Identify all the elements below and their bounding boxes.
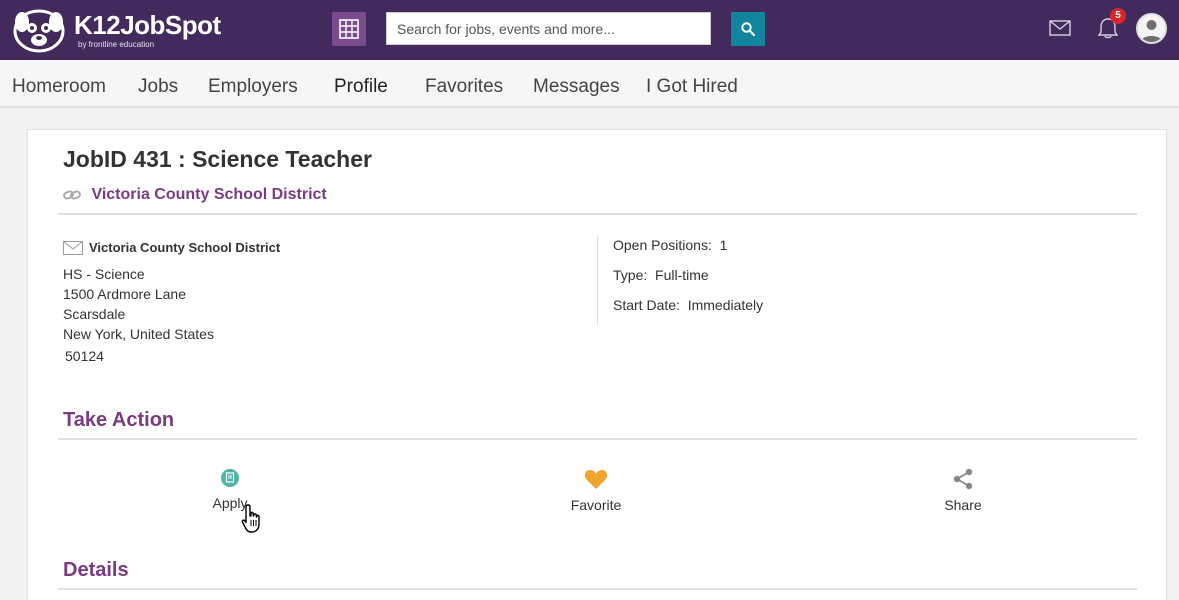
address-block: Victoria County School District HS - Sci… [63, 238, 280, 366]
apply-label: Apply [212, 495, 248, 511]
logo-subtitle: by frontline education [78, 40, 155, 49]
favorite-button[interactable]: Favorite [556, 468, 636, 513]
address-street: 1500 Ardmore Lane [63, 286, 186, 302]
link-icon [63, 190, 81, 200]
logo-text: K12JobSpot [74, 10, 221, 40]
meta-label: Type: [613, 267, 648, 283]
nav-favorites[interactable]: Favorites [425, 76, 503, 98]
search-icon [741, 22, 755, 36]
contact-organization: Victoria County School District [89, 240, 281, 255]
meta-value: Immediately [687, 297, 764, 313]
column-separator [597, 236, 598, 325]
divider [58, 213, 1137, 215]
k12jobspot-logo[interactable]: K12JobSpot by frontline education [12, 8, 221, 54]
take-action-title: Take Action [63, 409, 175, 431]
address-city: Scarsdale [63, 306, 126, 322]
share-button[interactable]: Share [923, 468, 1003, 513]
meta-value: 1 [719, 237, 728, 253]
user-avatar[interactable] [1136, 13, 1167, 44]
mail-icon[interactable] [1049, 20, 1071, 36]
apply-button[interactable]: Apply [190, 468, 270, 511]
search-button[interactable] [731, 12, 765, 46]
nav-employers[interactable]: Employers [208, 76, 298, 98]
nav-jobs[interactable]: Jobs [138, 76, 178, 98]
user-icon [1138, 15, 1165, 42]
district-link-label: Victoria County School District [91, 186, 327, 203]
job-detail-card: JobID 431 : Science Teacher Victoria Cou… [27, 129, 1167, 600]
calendar-grid-button[interactable] [332, 12, 366, 46]
meta-label: Open Positions: [613, 237, 712, 253]
search-input[interactable] [386, 12, 711, 45]
divider [58, 438, 1137, 440]
top-bar: K12JobSpot by frontline education 5 [0, 0, 1179, 60]
favorite-label: Favorite [570, 497, 622, 513]
meta-type: Type: Full-time [613, 267, 709, 283]
envelope-icon [63, 241, 83, 255]
share-icon [953, 468, 973, 490]
nav-i-got-hired[interactable]: I Got Hired [646, 76, 738, 98]
meta-start-date: Start Date: Immediately [613, 297, 763, 313]
district-link[interactable]: Victoria County School District [63, 186, 327, 204]
address-zip: 50124 [65, 348, 104, 364]
meta-label: Start Date: [613, 297, 680, 313]
divider [58, 588, 1137, 590]
job-title: JobID 431 : Science Teacher [63, 146, 372, 172]
details-title: Details [63, 559, 129, 581]
share-label: Share [944, 497, 982, 513]
notification-badge: 5 [1110, 8, 1126, 24]
nav-profile[interactable]: Profile [334, 76, 388, 98]
heart-icon [584, 470, 608, 489]
address-department: HS - Science [63, 266, 145, 282]
dog-logo-icon [13, 9, 65, 53]
address-region: New York, United States [63, 326, 214, 342]
apply-icon [221, 469, 239, 487]
nav-messages[interactable]: Messages [533, 76, 620, 98]
meta-open-positions: Open Positions: 1 [613, 237, 727, 253]
meta-value: Full-time [655, 267, 709, 283]
nav-homeroom[interactable]: Homeroom [12, 76, 106, 98]
main-nav: Homeroom Jobs Employers Profile Favorite… [0, 60, 1179, 108]
grid-icon [339, 19, 359, 39]
